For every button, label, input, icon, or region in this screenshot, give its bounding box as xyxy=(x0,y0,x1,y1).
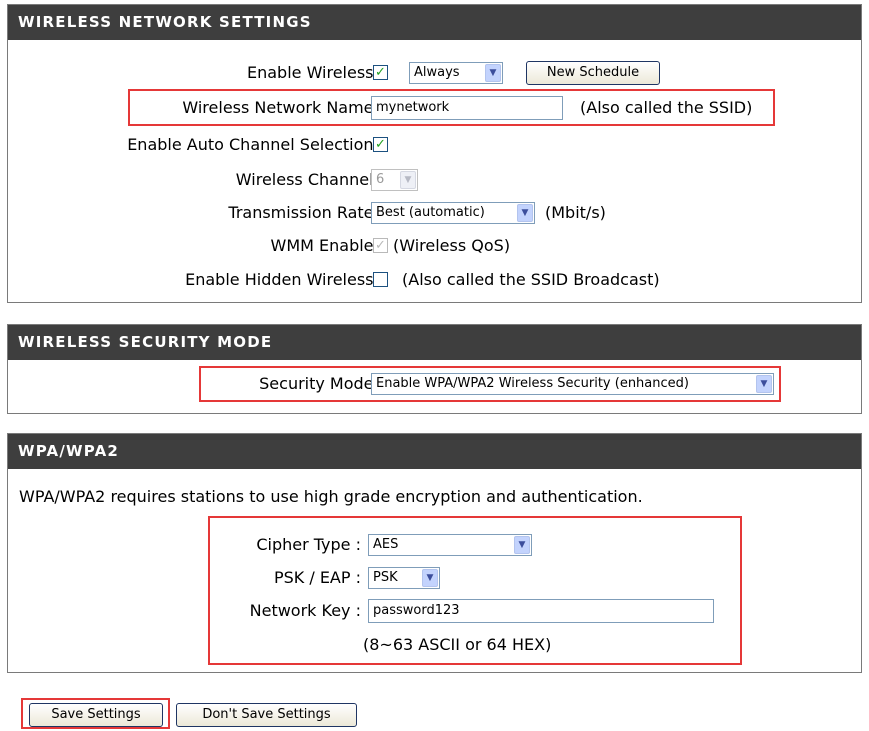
section-title: WPA/WPA2 xyxy=(8,434,861,469)
security-mode-row: Security Mode : Enable WPA/WPA2 Wireless… xyxy=(0,371,869,397)
auto-channel-checkbox[interactable]: ✓ xyxy=(373,137,388,152)
cipher-type-row: Cipher Type : AES ▼ xyxy=(0,532,869,558)
checkmark-icon: ✓ xyxy=(375,238,386,253)
new-schedule-button[interactable]: New Schedule xyxy=(526,61,660,85)
auto-channel-row: Enable Auto Channel Selection : ✓ xyxy=(0,132,869,158)
chevron-down-icon: ▼ xyxy=(517,204,533,222)
wmm-enable-note: (Wireless QoS) xyxy=(393,236,511,255)
transmission-rate-row: Transmission Rate : Best (automatic) ▼ (… xyxy=(0,200,869,226)
enable-wireless-checkbox[interactable]: ✓ xyxy=(373,65,388,80)
wireless-channel-row: Wireless Channel : 6 ▼ xyxy=(0,167,869,193)
enable-wireless-row: Enable Wireless : ✓ Always ▼ New Schedul… xyxy=(0,60,869,86)
psk-eap-select[interactable]: PSK ▼ xyxy=(368,567,440,589)
transmission-rate-select[interactable]: Best (automatic) ▼ xyxy=(371,202,535,224)
network-key-label: Network Key : xyxy=(249,601,361,620)
transmission-rate-value: Best (automatic) xyxy=(376,205,485,220)
cipher-type-value: AES xyxy=(373,537,399,552)
section-title: WIRELESS SECURITY MODE xyxy=(8,325,861,360)
section-title: WIRELESS NETWORK SETTINGS xyxy=(8,5,861,40)
transmission-rate-unit: (Mbit/s) xyxy=(545,203,606,222)
auto-channel-label: Enable Auto Channel Selection : xyxy=(127,135,384,154)
wmm-enable-row: WMM Enable : ✓ (Wireless QoS) xyxy=(0,233,869,259)
checkmark-icon: ✓ xyxy=(375,65,386,80)
wmm-enable-label: WMM Enable : xyxy=(270,236,385,255)
chevron-down-icon: ▼ xyxy=(485,64,501,82)
wpa-description: WPA/WPA2 requires stations to use high g… xyxy=(19,487,643,506)
chevron-down-icon: ▼ xyxy=(514,536,530,554)
hidden-wireless-note: (Also called the SSID Broadcast) xyxy=(402,270,660,289)
wmm-enable-checkbox[interactable]: ✓ xyxy=(373,238,388,253)
chevron-down-icon: ▼ xyxy=(756,375,772,393)
cipher-type-select[interactable]: AES ▼ xyxy=(368,534,532,556)
network-key-input[interactable]: password123 xyxy=(368,599,714,623)
wireless-channel-label: Wireless Channel : xyxy=(235,170,384,189)
dont-save-settings-button[interactable]: Don't Save Settings xyxy=(176,703,357,727)
transmission-rate-label: Transmission Rate : xyxy=(228,203,384,222)
network-key-row: Network Key : password123 xyxy=(0,598,869,624)
enable-wireless-label: Enable Wireless : xyxy=(246,63,384,82)
cipher-type-label: Cipher Type : xyxy=(256,535,361,554)
hidden-wireless-checkbox[interactable] xyxy=(373,272,388,287)
schedule-select[interactable]: Always ▼ xyxy=(409,62,503,84)
hidden-wireless-row: Enable Hidden Wireless : (Also called th… xyxy=(0,267,869,293)
psk-eap-value: PSK xyxy=(373,570,398,585)
psk-eap-label: PSK / EAP : xyxy=(273,568,361,587)
wireless-channel-value: 6 xyxy=(376,172,385,187)
network-name-note: (Also called the SSID) xyxy=(580,98,753,117)
wireless-channel-select[interactable]: 6 ▼ xyxy=(371,169,418,191)
chevron-down-icon: ▼ xyxy=(400,171,416,189)
chevron-down-icon: ▼ xyxy=(422,569,438,587)
save-settings-button[interactable]: Save Settings xyxy=(29,703,163,727)
security-mode-label: Security Mode : xyxy=(259,374,384,393)
network-name-label: Wireless Network Name : xyxy=(182,98,384,117)
network-key-hint: (8~63 ASCII or 64 HEX) xyxy=(363,635,552,654)
checkmark-icon: ✓ xyxy=(375,137,386,152)
network-name-input[interactable]: mynetwork xyxy=(371,96,563,120)
hidden-wireless-label: Enable Hidden Wireless : xyxy=(185,270,384,289)
network-name-row: Wireless Network Name : mynetwork (Also … xyxy=(0,95,869,121)
schedule-value: Always xyxy=(414,65,460,80)
security-mode-select[interactable]: Enable WPA/WPA2 Wireless Security (enhan… xyxy=(371,373,774,395)
psk-eap-row: PSK / EAP : PSK ▼ xyxy=(0,565,869,591)
security-mode-value: Enable WPA/WPA2 Wireless Security (enhan… xyxy=(376,376,689,391)
